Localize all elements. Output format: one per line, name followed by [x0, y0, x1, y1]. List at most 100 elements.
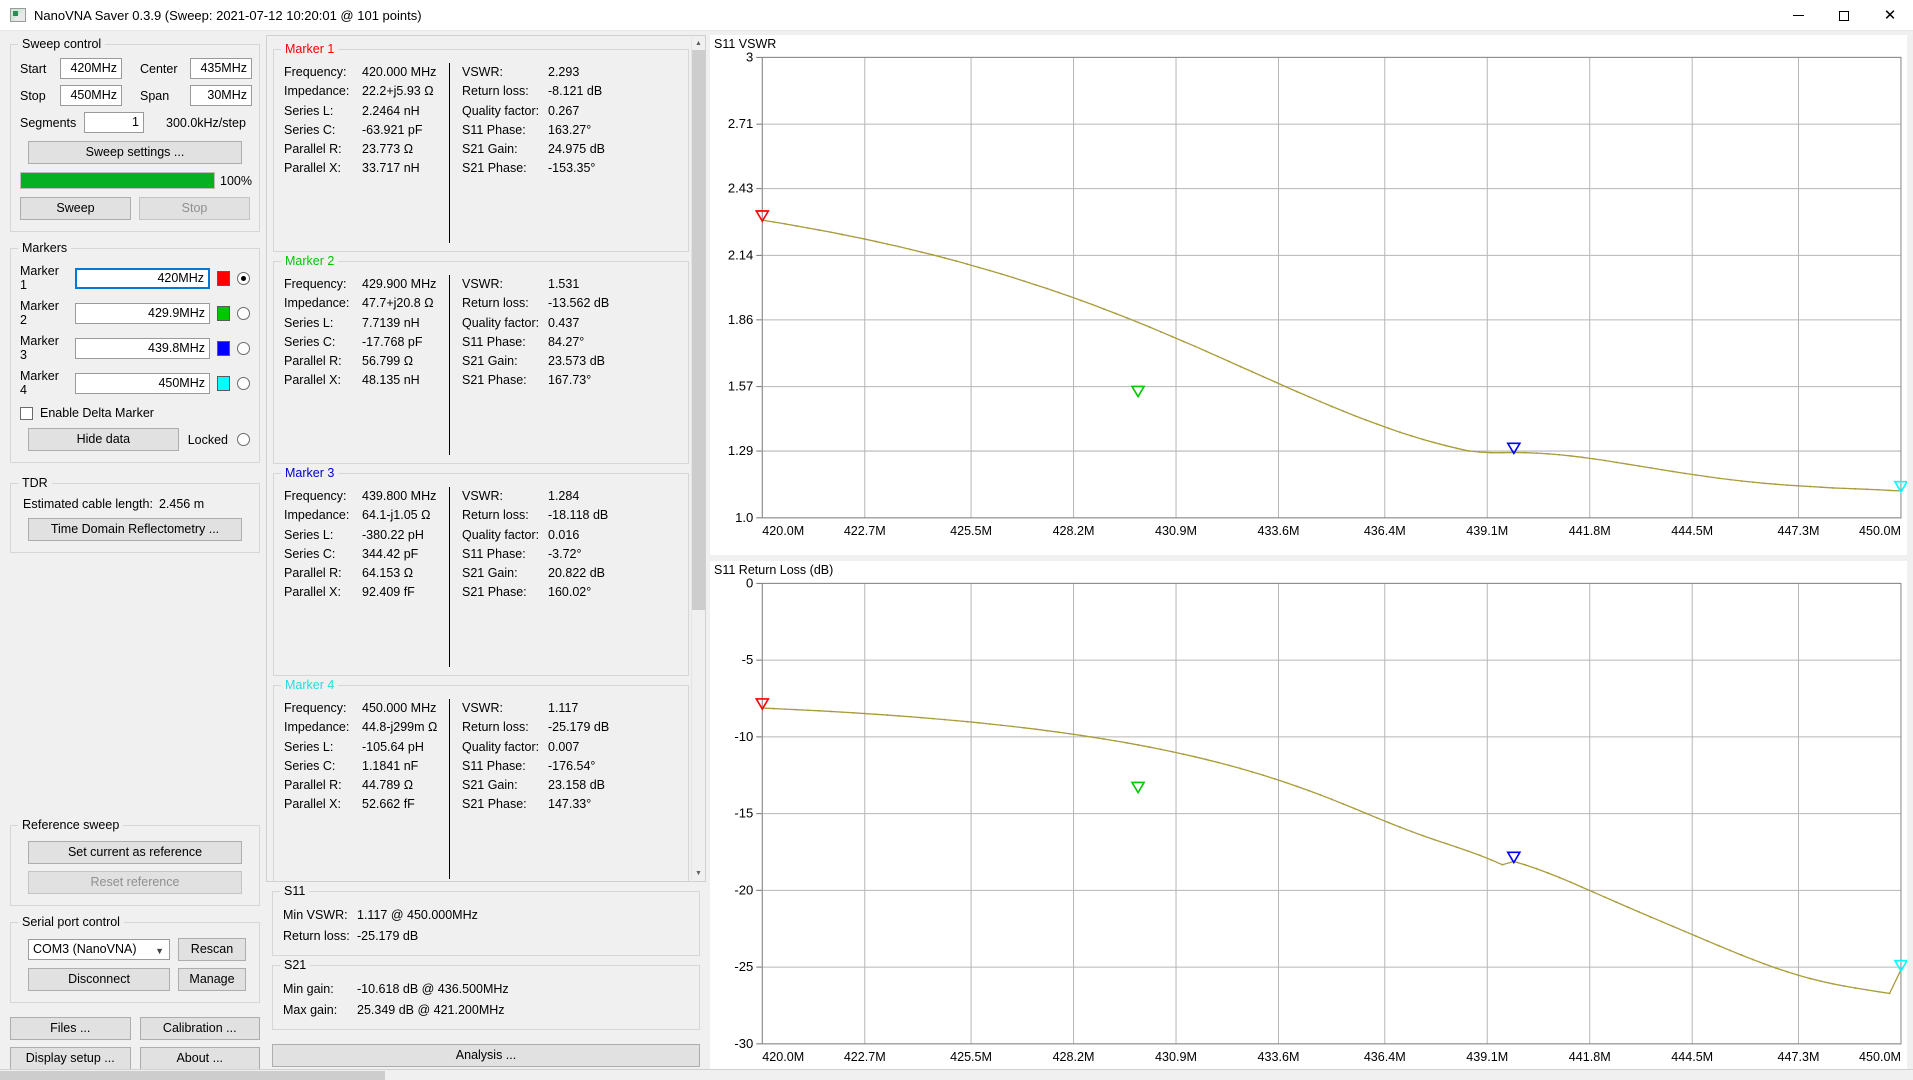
field-label: Impedance: [284, 84, 350, 99]
marker-frequency-input-2[interactable]: 429.9MHz [75, 302, 210, 324]
field-label: Quality factor: [462, 739, 540, 754]
marker-1-right-row-3: S11 Phase: 163.27° [462, 121, 614, 140]
marker-1-left-row-0: Frequency: 420.000 MHz [284, 63, 439, 82]
marker-2-left-row-1: Impedance: 47.7+j20.8 Ω [284, 294, 439, 313]
rescan-button[interactable]: Rescan [178, 938, 246, 961]
marker-select-radio-3[interactable] [237, 341, 250, 355]
x-tick-label: 450.0M [1859, 524, 1901, 538]
horizontal-scrollbar[interactable] [0, 1069, 1913, 1080]
start-frequency-input[interactable]: 420MHz [60, 58, 122, 79]
files-button[interactable]: Files ... [10, 1017, 131, 1040]
marker-3-left-row-1: Impedance: 64.1-j1.05 Ω [284, 506, 439, 525]
field-value: 44.789 Ω [362, 778, 414, 793]
tdr-button[interactable]: Time Domain Reflectometry ... [28, 518, 242, 541]
sweep-settings-button[interactable]: Sweep settings ... [28, 141, 242, 164]
marker-select-radio-4[interactable] [237, 376, 250, 390]
field-label: VSWR: [462, 701, 503, 715]
marker-detail-title-4: Marker 4 [281, 678, 339, 692]
marker-3-left-col: Frequency: 439.800 MHz Impedance: 64.1-j1.0… [274, 487, 449, 667]
center-frequency-input[interactable]: 435MHz [190, 58, 252, 79]
minimize-button[interactable] [1775, 0, 1821, 31]
marker-3-left-row-4: Parallel R: 64.153 Ω [284, 564, 439, 583]
field-label: Series L: [284, 739, 334, 754]
segments-input[interactable]: 1 [84, 112, 144, 133]
horizontal-scrollbar-track[interactable] [385, 1071, 1913, 1080]
marker-select-radio-1[interactable] [237, 271, 250, 285]
field-label: S21 Gain: [462, 778, 518, 793]
set-reference-button[interactable]: Set current as reference [28, 841, 242, 864]
x-tick-label: 430.9M [1155, 1050, 1197, 1064]
marker-detail-box-1: Marker 1 Frequency: 420.000 MHz Impedance: 2… [273, 42, 689, 252]
minimize-icon [1792, 15, 1804, 16]
field-value: 23.773 Ω [362, 142, 414, 157]
stop-frequency-input[interactable]: 450MHz [60, 85, 122, 106]
marker-2-left-row-2: Series L: 7.7139 nH [284, 314, 439, 333]
manage-button[interactable]: Manage [178, 968, 246, 991]
marker-select-radio-2[interactable] [237, 306, 250, 320]
field-label: VSWR: [462, 277, 503, 291]
field-label: S21 Gain: [462, 142, 518, 157]
x-tick-label: 430.9M [1155, 524, 1197, 538]
marker-frequency-input-4[interactable]: 450MHz [75, 372, 210, 394]
serial-port-value: COM3 (NanoVNA) [33, 942, 137, 956]
close-button[interactable]: ✕ [1867, 0, 1913, 31]
analysis-button[interactable]: Analysis ... [272, 1044, 700, 1067]
about-button[interactable]: About ... [139, 1047, 260, 1070]
s11-return-loss-value: -25.179 dB [357, 929, 419, 943]
reference-sweep-group: Reference sweep Set current as reference… [10, 818, 260, 906]
marker-color-swatch-4[interactable] [217, 375, 230, 391]
disconnect-button[interactable]: Disconnect [28, 968, 170, 991]
marker-rows: Marker 1 420MHz Marker 2 429.9MHz Marker 3 43… [20, 264, 250, 397]
stop-sweep-button[interactable]: Stop [139, 197, 250, 220]
field-label: Return loss: [462, 84, 529, 99]
maximize-button[interactable] [1821, 0, 1867, 31]
field-label: S11 Phase: [462, 122, 526, 137]
marker-3-right-row-3: S11 Phase: -3.72° [462, 545, 614, 564]
field-label: Parallel R: [284, 778, 342, 793]
x-tick-label: 428.2M [1053, 524, 1095, 538]
serial-port-select[interactable]: COM3 (NanoVNA) ▼ [28, 939, 170, 960]
marker-row-2: Marker 2 429.9MHz [20, 299, 250, 327]
y-tick-label: 2.14 [728, 247, 753, 262]
marker-color-swatch-2[interactable] [217, 305, 230, 321]
chevron-down-icon: ▼ [155, 946, 164, 956]
s21-max-gain-row: Max gain: 25.349 dB @ 421.200MHz [283, 1000, 689, 1021]
s21-min-gain-value: -10.618 dB @ 436.500MHz [357, 982, 509, 996]
hide-data-button[interactable]: Hide data [28, 428, 179, 451]
s21-max-gain-label: Max gain: [283, 1003, 338, 1017]
marker-color-swatch-1[interactable] [217, 270, 230, 286]
field-value: 48.135 nH [362, 373, 420, 388]
field-label: Parallel X: [284, 585, 341, 600]
x-tick-label: 441.8M [1569, 1050, 1611, 1064]
marker-color-swatch-3[interactable] [217, 340, 230, 356]
s11-min-vswr-label: Min VSWR: [283, 908, 348, 922]
marker-1-right-row-0: VSWR: 2.293 [462, 63, 614, 82]
display-setup-button[interactable]: Display setup ... [10, 1047, 131, 1070]
s11-vswr-chart[interactable]: S11 VSWR 3 2.71 2.43 2.14 1.86 1.57 1.29 1.0 420… [710, 35, 1907, 555]
main-window: Sweep control Start 420MHz Stop 450MHz C… [0, 31, 1913, 1080]
marker-scrollbar[interactable]: ▲ ▼ [691, 37, 705, 880]
calibration-button[interactable]: Calibration ... [139, 1017, 260, 1040]
field-label: Impedance: [284, 296, 350, 311]
span-input[interactable]: 30MHz [190, 85, 252, 106]
marker-3-left-row-5: Parallel X: 92.409 fF [284, 583, 439, 602]
field-value: 420.000 MHz [362, 65, 437, 79]
sweep-button[interactable]: Sweep [20, 197, 131, 220]
enable-delta-marker-checkbox[interactable] [20, 406, 33, 420]
reset-reference-button[interactable]: Reset reference [28, 871, 242, 894]
field-label: S21 Gain: [462, 566, 518, 581]
field-value: 56.799 Ω [362, 354, 414, 369]
marker-1-left-col: Frequency: 420.000 MHz Impedance: 22.2+j5.9… [274, 63, 449, 243]
horizontal-scrollbar-thumb[interactable] [0, 1071, 385, 1080]
field-label: Parallel R: [284, 566, 342, 581]
locked-radio[interactable] [237, 433, 250, 446]
marker-scroll-area[interactable]: Marker 1 Frequency: 420.000 MHz Impedance: 2… [266, 35, 706, 882]
field-value: 0.437 [548, 315, 580, 330]
scroll-down-icon[interactable]: ▼ [692, 867, 705, 880]
scroll-up-icon[interactable]: ▲ [692, 37, 705, 50]
marker-frequency-input-1[interactable]: 420MHz [75, 267, 210, 289]
scrollbar-thumb[interactable] [692, 50, 705, 610]
field-value: -25.179 dB [548, 720, 610, 735]
marker-frequency-input-3[interactable]: 439.8MHz [75, 337, 210, 359]
s11-return-loss-chart[interactable]: S11 Return Loss (dB) 0 -5 -10 -15 -20 -25 -30 4… [710, 560, 1907, 1080]
